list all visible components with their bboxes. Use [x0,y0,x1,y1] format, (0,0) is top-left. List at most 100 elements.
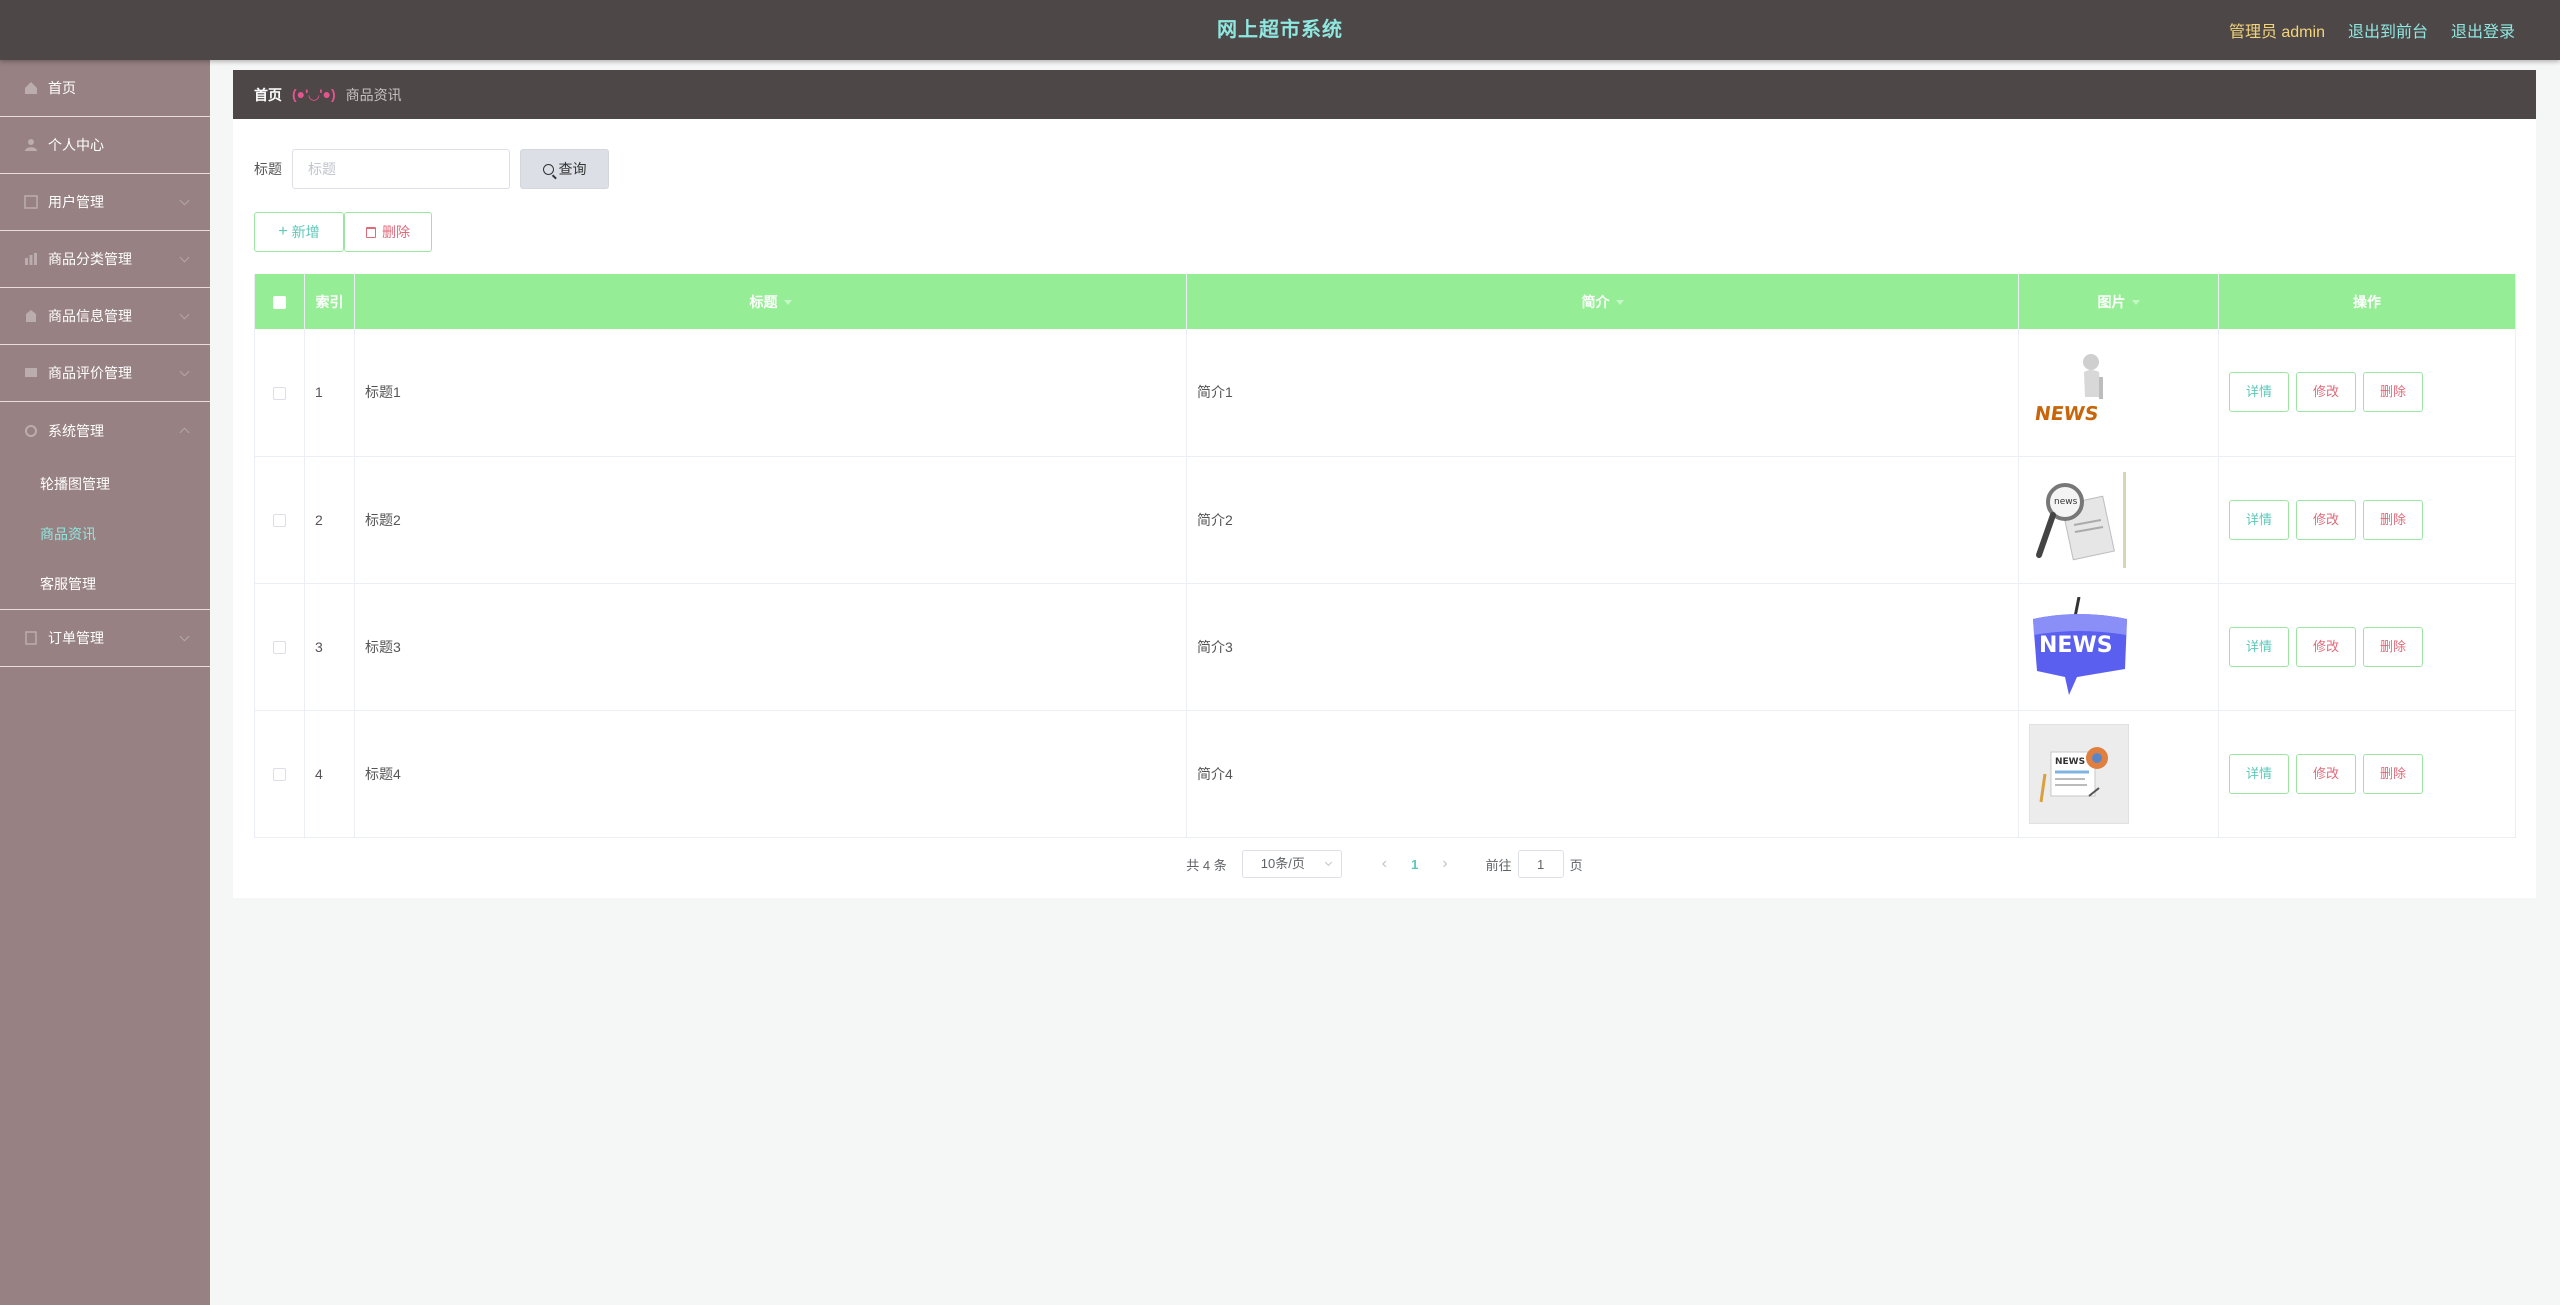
chevron-down-icon [179,195,190,206]
category-icon [25,253,37,265]
svg-text:NEWS: NEWS [2055,757,2085,767]
sidebar-subitem-news[interactable]: 商品资讯 [0,509,210,559]
svg-text:NEWS: NEWS [2033,402,2100,425]
column-header-image[interactable]: 图片 [2018,274,2219,329]
row-detail-button[interactable]: 详情 [2229,753,2289,794]
column-header-intro[interactable]: 简介 [1186,274,2019,329]
news-blue-sign-image: NEWS [2029,596,2129,697]
sort-icon[interactable] [783,300,792,306]
row-image-cell: news [2018,456,2219,584]
row-actions-cell: 详情 修改 删除 [2218,329,2516,457]
row-detail-button[interactable]: 详情 [2229,372,2289,413]
column-header-actions: 操作 [2218,274,2516,329]
search-label: 标题 [254,161,282,177]
column-header-title-label: 标题 [749,293,778,310]
row-image-cell: NEWS [2018,710,2219,838]
goto-page-input[interactable] [1517,850,1564,878]
row-edit-button[interactable]: 修改 [2296,372,2356,413]
news-magnifier-image: news [2029,469,2129,570]
row-title: 标题2 [354,456,1187,584]
chevron-down-icon [1324,858,1332,867]
svg-text:NEWS: NEWS [2039,633,2113,658]
search-button-label: 查询 [558,161,587,177]
search-button[interactable]: 查询 [520,149,609,189]
header-actions: 管理员 admin 退出到前台 退出登录 [2206,0,2515,60]
next-page-button[interactable]: › [1442,855,1447,873]
sidebar-subitem-service[interactable]: 客服管理 [0,559,210,609]
row-delete-button[interactable]: 删除 [2363,372,2423,413]
row-checkbox[interactable] [273,768,286,782]
svg-text:news: news [2054,497,2078,507]
sidebar-subitem-carousel[interactable]: 轮播图管理 [0,459,210,509]
sidebar-item-label: 个人中心 [48,137,104,153]
trash-icon [366,226,376,238]
exit-to-frontend-link[interactable]: 退出到前台 [2348,18,2428,42]
row-select-cell [254,456,305,584]
row-detail-button[interactable]: 详情 [2229,499,2289,540]
column-header-intro-label: 简介 [1581,293,1610,310]
batch-delete-button[interactable]: 删除 [344,212,432,252]
sidebar-item-users[interactable]: 用户管理 [0,174,210,231]
sort-icon[interactable] [1615,300,1624,306]
sidebar-item-goods[interactable]: 商品信息管理 [0,288,210,345]
row-title: 标题1 [354,329,1187,457]
row-edit-button[interactable]: 修改 [2296,626,2356,667]
select-all-checkbox[interactable] [273,296,286,310]
row-actions-cell: 详情 修改 删除 [2218,456,2516,584]
column-header-title[interactable]: 标题 [354,274,1187,329]
chevron-down-icon [179,366,190,377]
row-image-cell: NEWS [2018,329,2219,457]
page-size-select[interactable]: 10条/页 [1241,850,1342,878]
plus-icon: + [278,223,288,240]
row-title: 标题4 [354,710,1187,838]
table-row: 2 标题2 简介2 news 详情 修改 删除 [254,456,2516,584]
row-index: 3 [304,583,355,711]
user-icon [25,139,37,151]
batch-delete-label: 删除 [382,224,410,240]
table-row: 4 标题4 简介4 NEWS 详情 修改 删除 [254,710,2516,838]
comment-icon [25,368,37,377]
row-edit-button[interactable]: 修改 [2296,753,2356,794]
row-checkbox[interactable] [273,387,286,401]
prev-page-button[interactable]: ‹ [1382,855,1387,873]
breadcrumb-home[interactable]: 首页 [254,85,282,105]
row-delete-button[interactable]: 删除 [2363,626,2423,667]
sidebar-item-personal[interactable]: 个人中心 [0,117,210,174]
logout-link[interactable]: 退出登录 [2451,18,2515,42]
page-suffix: 页 [1569,857,1583,873]
page-number-current[interactable]: 1 [1411,857,1418,872]
sidebar-item-category[interactable]: 商品分类管理 [0,231,210,288]
sidebar-item-label: 商品分类管理 [48,251,132,267]
row-index: 4 [304,710,355,838]
row-delete-button[interactable]: 删除 [2363,499,2423,540]
users-icon [24,195,38,209]
row-detail-button[interactable]: 详情 [2229,626,2289,667]
sidebar-item-label: 系统管理 [48,422,104,439]
sidebar-item-system[interactable]: 系统管理 [0,402,210,459]
sort-icon[interactable] [2131,300,2140,306]
row-title: 标题3 [354,583,1187,711]
row-delete-button[interactable]: 删除 [2363,753,2423,794]
search-title-input[interactable] [292,149,510,189]
row-checkbox[interactable] [273,641,286,655]
add-button[interactable]: + 新增 [254,212,344,252]
row-index: 2 [304,456,355,584]
sidebar-item-home[interactable]: 首页 [0,60,210,117]
row-select-cell [254,710,305,838]
add-button-label: 新增 [291,224,320,240]
admin-label: 管理员 admin [2228,24,2325,41]
row-select-cell [254,583,305,711]
sidebar-item-label: 商品信息管理 [48,308,132,324]
row-intro: 简介4 [1186,710,2019,838]
action-bar: + 新增 删除 [254,212,432,252]
row-checkbox[interactable] [273,514,286,528]
table-row: 3 标题3 简介3 NEWS 详情 修改 删除 [254,583,2516,711]
select-all-cell [254,274,305,329]
sidebar-item-label: 商品评价管理 [48,365,132,381]
top-header: 网上超市系统 管理员 admin 退出到前台 退出登录 [0,0,2560,60]
sidebar-item-comments[interactable]: 商品评价管理 [0,345,210,402]
search-form: 标题 查询 [254,149,609,189]
chevron-up-icon [179,427,190,438]
sidebar-item-orders[interactable]: 订单管理 [0,610,210,667]
row-edit-button[interactable]: 修改 [2296,499,2356,540]
